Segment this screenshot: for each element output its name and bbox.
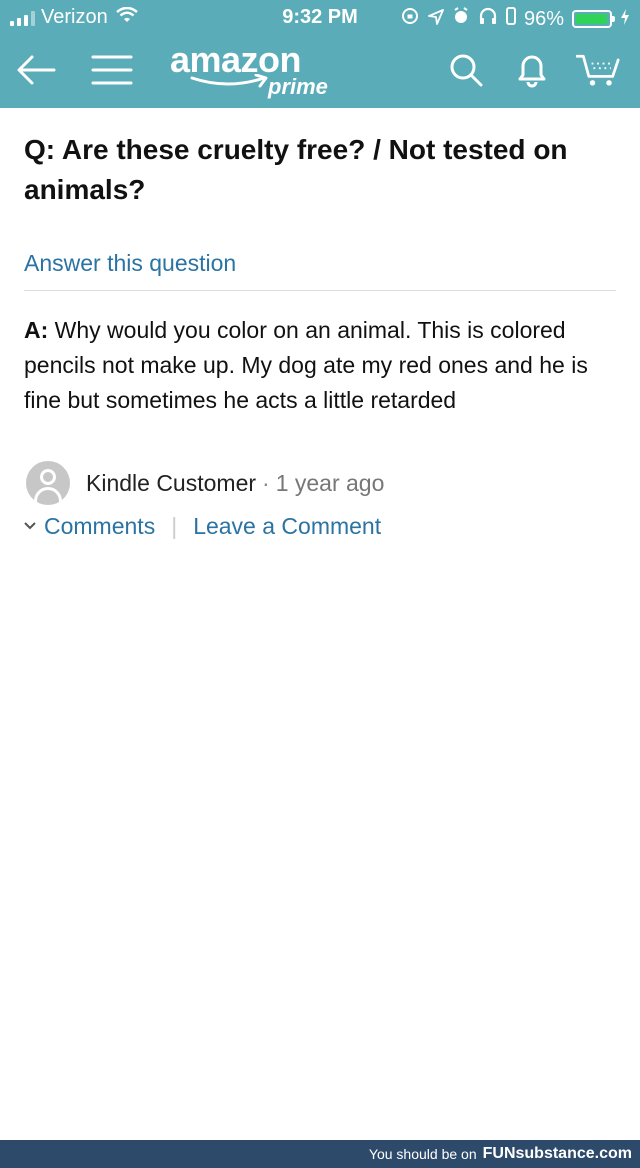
app-header: amazon prime xyxy=(0,36,640,108)
avatar[interactable] xyxy=(26,461,70,505)
status-bar: Verizon 9:32 PM 96% xyxy=(0,0,640,36)
back-arrow-icon[interactable] xyxy=(14,48,58,92)
cart-icon[interactable] xyxy=(576,48,620,92)
amazon-prime-logo[interactable]: amazon prime xyxy=(170,40,328,100)
chevron-down-icon[interactable] xyxy=(24,522,36,530)
answer-text: A: Why would you color on an animal. Thi… xyxy=(24,313,616,418)
comments-link[interactable]: Comments xyxy=(44,513,155,540)
separator-dot: · xyxy=(262,469,270,496)
author-name[interactable]: Kindle Customer xyxy=(86,470,256,497)
location-icon xyxy=(428,8,444,31)
battery-icon xyxy=(572,10,615,28)
watermark-site: FUNsubstance.com xyxy=(482,1145,632,1162)
question-text: Q: Are these cruelty free? / Not tested … xyxy=(24,134,568,205)
divider xyxy=(24,290,616,291)
battery-percent: 96% xyxy=(523,7,564,30)
top-bar: Verizon 9:32 PM 96% amazon prime xyxy=(0,0,640,108)
charging-icon xyxy=(620,8,630,31)
watermark-banner: You should be on FUNsubstance.com xyxy=(0,1140,640,1168)
smile-arrow-icon xyxy=(190,74,268,88)
answer-time: 1 year ago xyxy=(275,469,385,496)
battery-fill xyxy=(576,14,607,24)
sub-brand: prime xyxy=(268,74,328,99)
watermark-text: You should be on xyxy=(368,1146,477,1162)
bell-icon[interactable] xyxy=(510,48,554,92)
menu-icon[interactable] xyxy=(90,48,134,92)
comments-row: Comments | Leave a Comment xyxy=(24,508,381,544)
answer-author: Kindle Customer · 1 year ago xyxy=(26,460,384,506)
answer-question-link[interactable]: Answer this question xyxy=(24,250,236,277)
leave-comment-link[interactable]: Leave a Comment xyxy=(193,513,381,540)
search-icon[interactable] xyxy=(444,48,488,92)
answer-body: Why would you color on an animal. This i… xyxy=(24,317,588,413)
alarm-icon xyxy=(452,7,470,31)
answer-prefix: A: xyxy=(24,317,49,343)
question-section: Q: Are these cruelty free? / Not tested … xyxy=(24,130,616,277)
lock-rotation-icon xyxy=(400,6,420,32)
headphones-icon xyxy=(478,7,498,31)
link-separator: | xyxy=(171,512,178,539)
vibrate-icon xyxy=(505,7,516,31)
